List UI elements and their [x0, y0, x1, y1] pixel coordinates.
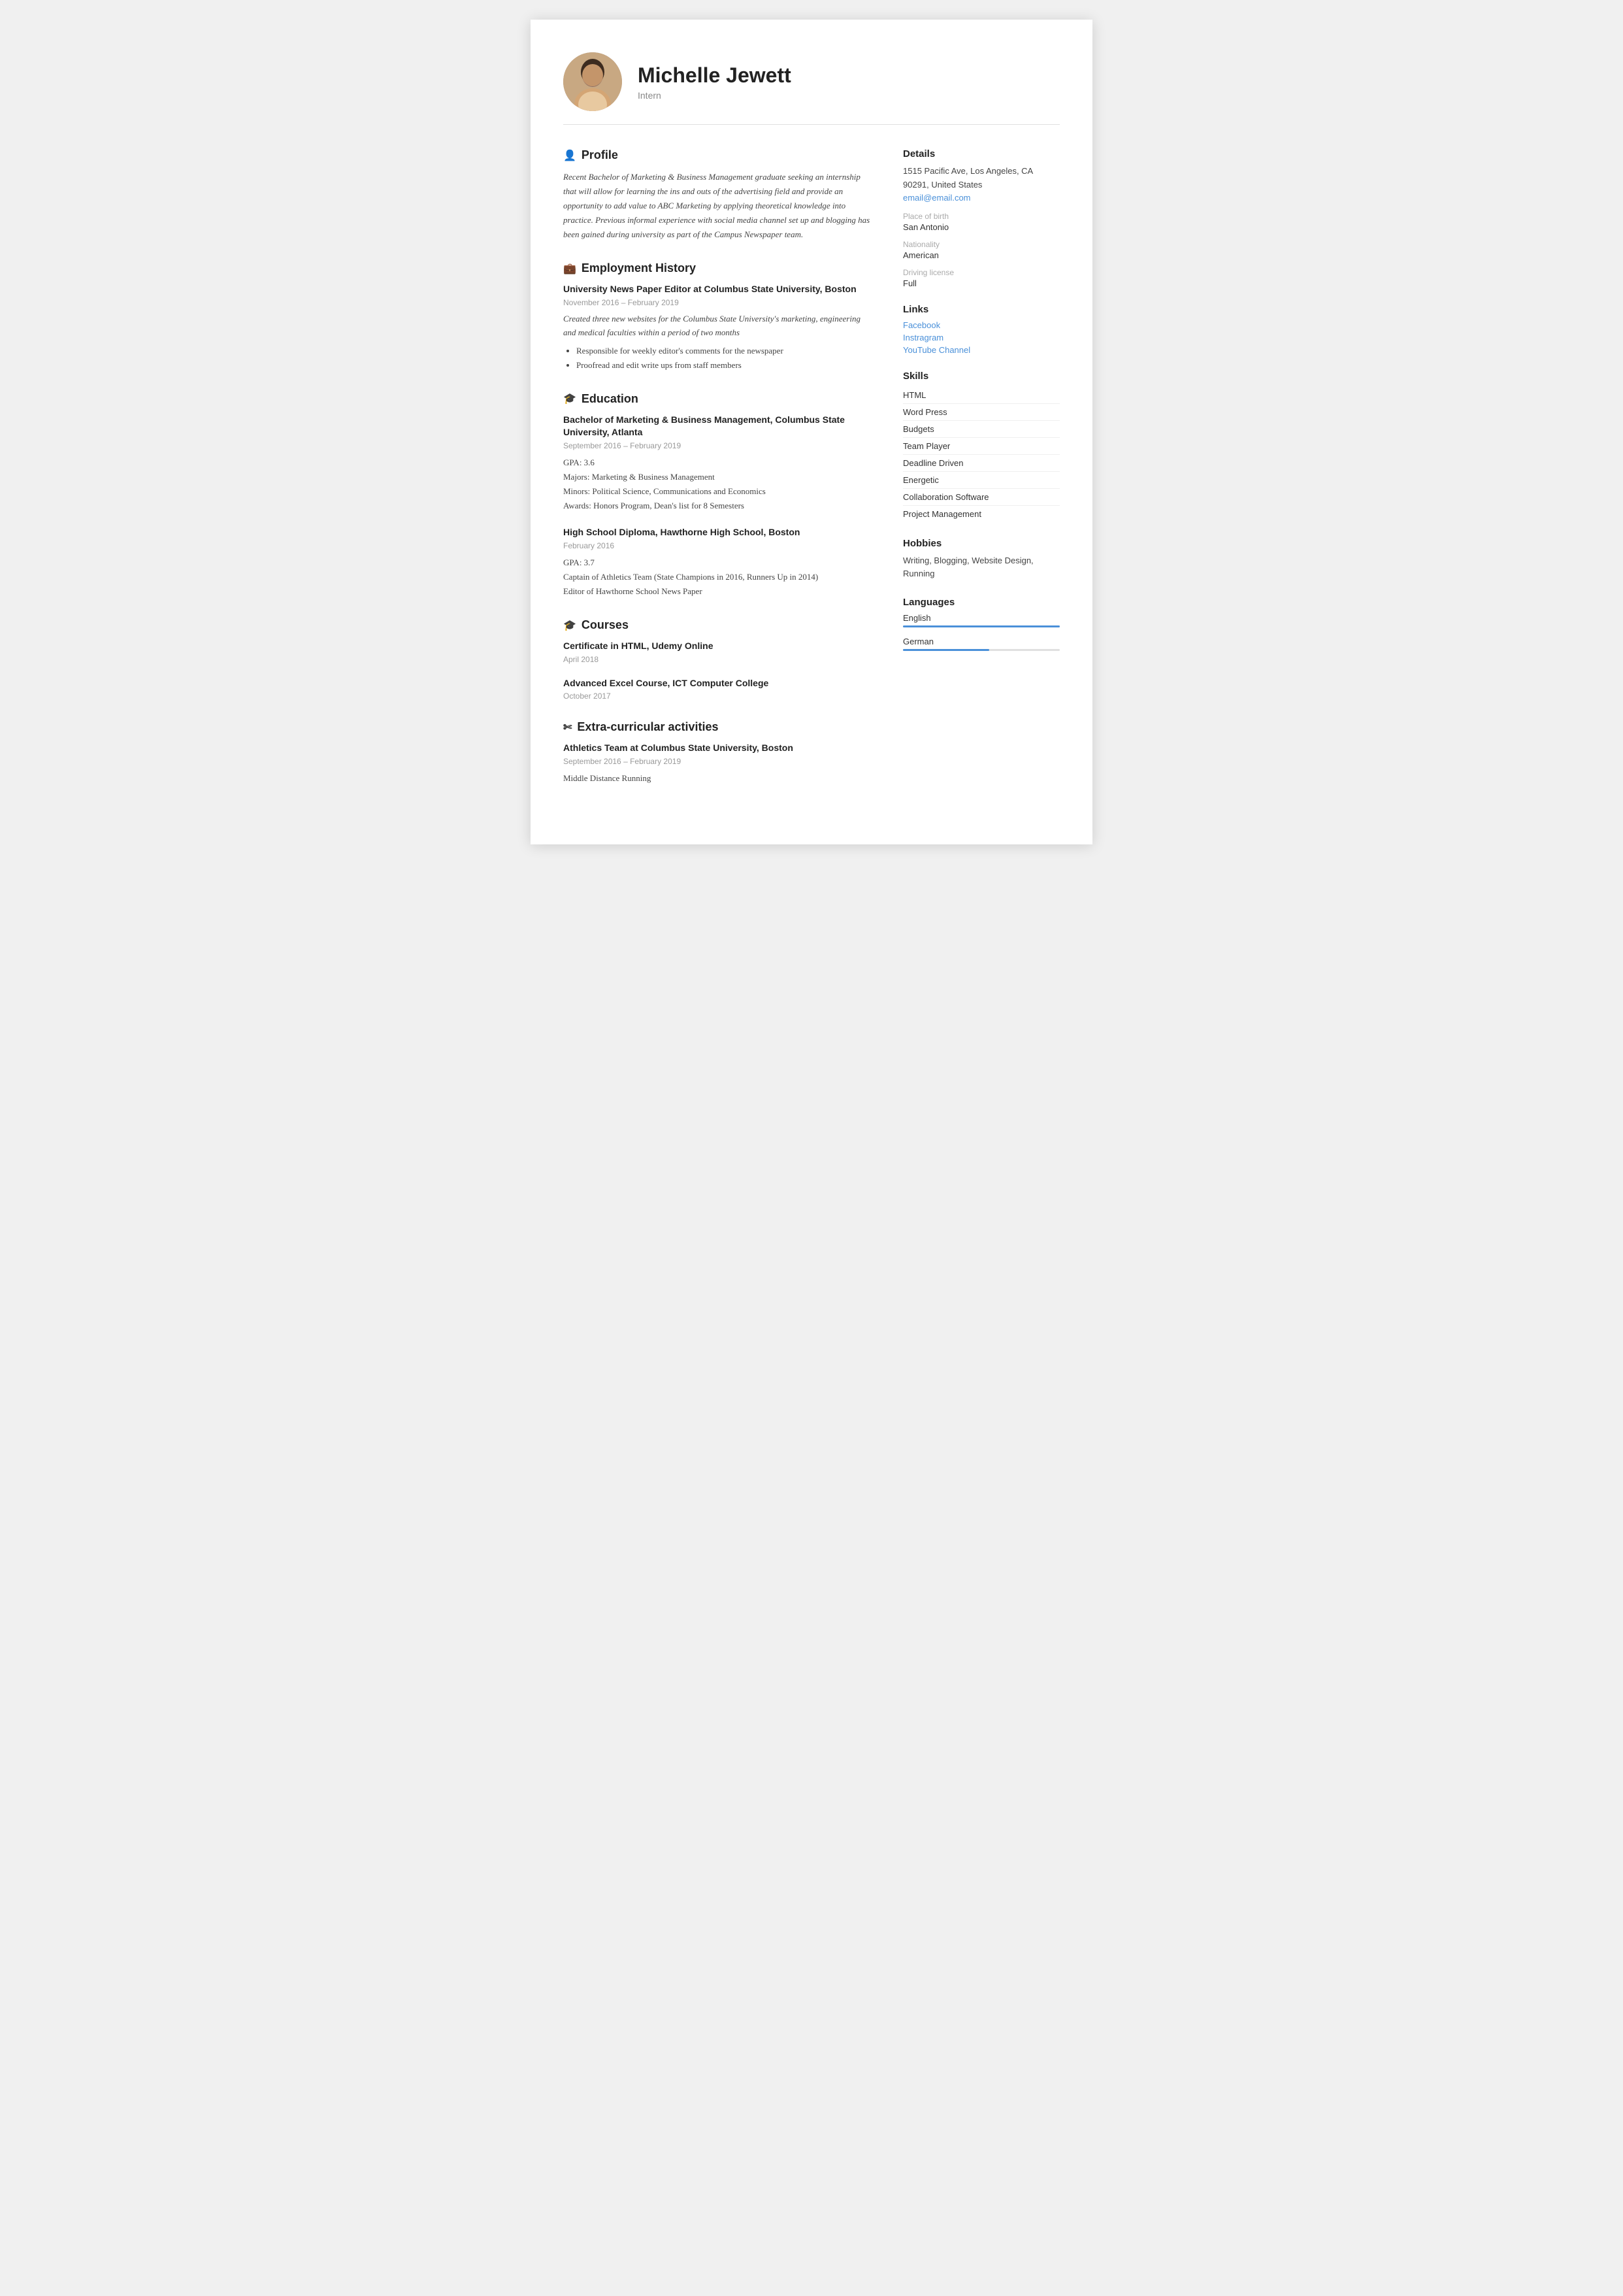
- extracurricular-entry-0-detail: Middle Distance Running: [563, 771, 870, 786]
- courses-icon: 🎓: [563, 619, 576, 632]
- skill-5: Energetic: [903, 472, 1060, 489]
- employment-icon: 💼: [563, 262, 576, 275]
- link-youtube[interactable]: YouTube Channel: [903, 345, 1060, 355]
- education-entry-1-dates: February 2016: [563, 541, 870, 550]
- extracurricular-entry-0-dates: September 2016 – February 2019: [563, 757, 870, 766]
- course-entry-1-dates: October 2017: [563, 691, 870, 701]
- skills-section: Skills HTML Word Press Budgets Team Play…: [903, 371, 1060, 522]
- resume-container: Michelle Jewett Intern 👤 Profile Recent …: [531, 20, 1092, 844]
- nationality-value: American: [903, 250, 1060, 260]
- link-instagram[interactable]: Instragram: [903, 333, 1060, 342]
- education-entry-0-title: Bachelor of Marketing & Business Managem…: [563, 414, 870, 439]
- links-section: Links Facebook Instragram YouTube Channe…: [903, 304, 1060, 355]
- employment-entry-0-desc: Created three new websites for the Colum…: [563, 312, 870, 340]
- language-0-bar-bg: [903, 625, 1060, 627]
- skill-0: HTML: [903, 387, 1060, 404]
- language-0: English: [903, 613, 1060, 627]
- details-section: Details 1515 Pacific Ave, Los Angeles, C…: [903, 148, 1060, 288]
- language-1-bar-fill: [903, 649, 989, 651]
- education-entry-1-title: High School Diploma, Hawthorne High Scho…: [563, 526, 870, 539]
- courses-title: 🎓 Courses: [563, 618, 870, 632]
- education-entry-0: Bachelor of Marketing & Business Managem…: [563, 414, 870, 514]
- course-entry-0-title: Certificate in HTML, Udemy Online: [563, 640, 870, 653]
- language-1-name: German: [903, 637, 1060, 646]
- employment-entry-0: University News Paper Editor at Columbus…: [563, 283, 870, 372]
- skill-2: Budgets: [903, 421, 1060, 438]
- profile-title: 👤 Profile: [563, 148, 870, 162]
- profile-icon: 👤: [563, 149, 576, 162]
- driving-license-label: Driving license: [903, 268, 1060, 277]
- education-entry-1-details: GPA: 3.7 Captain of Athletics Team (Stat…: [563, 556, 870, 599]
- skill-6: Collaboration Software: [903, 489, 1060, 506]
- employment-entry-0-dates: November 2016 – February 2019: [563, 298, 870, 307]
- place-of-birth-value: San Antonio: [903, 222, 1060, 232]
- education-entry-0-details: GPA: 3.6 Majors: Marketing & Business Ma…: [563, 456, 870, 513]
- links-title: Links: [903, 304, 1060, 315]
- course-entry-1-title: Advanced Excel Course, ICT Computer Coll…: [563, 677, 870, 690]
- education-icon: 🎓: [563, 392, 576, 405]
- education-entry-0-dates: September 2016 – February 2019: [563, 441, 870, 450]
- language-0-bar-fill: [903, 625, 1060, 627]
- extracurricular-entry-0: Athletics Team at Columbus State Univers…: [563, 742, 870, 786]
- bullet-1: Proofread and edit write ups from staff …: [576, 358, 870, 373]
- languages-title: Languages: [903, 597, 1060, 608]
- employment-section: 💼 Employment History University News Pap…: [563, 261, 870, 372]
- header-title: Intern: [638, 90, 791, 101]
- extracurricular-entry-0-title: Athletics Team at Columbus State Univers…: [563, 742, 870, 755]
- profile-text: Recent Bachelor of Marketing & Business …: [563, 170, 870, 242]
- language-1-bar-bg: [903, 649, 1060, 651]
- language-0-name: English: [903, 613, 1060, 623]
- link-facebook[interactable]: Facebook: [903, 320, 1060, 330]
- driving-license-value: Full: [903, 278, 1060, 288]
- skill-4: Deadline Driven: [903, 455, 1060, 472]
- details-address: 1515 Pacific Ave, Los Angeles, CA 90291,…: [903, 165, 1060, 192]
- language-1: German: [903, 637, 1060, 651]
- main-content: 👤 Profile Recent Bachelor of Marketing &…: [563, 148, 1060, 805]
- extracurricular-title: ✄ Extra-curricular activities: [563, 720, 870, 734]
- course-entry-0-dates: April 2018: [563, 655, 870, 664]
- skills-title: Skills: [903, 371, 1060, 382]
- employment-title: 💼 Employment History: [563, 261, 870, 275]
- header-name: Michelle Jewett: [638, 63, 791, 88]
- skill-3: Team Player: [903, 438, 1060, 455]
- details-title: Details: [903, 148, 1060, 159]
- extracurricular-icon: ✄: [563, 721, 572, 734]
- avatar: [563, 52, 622, 111]
- right-column: Details 1515 Pacific Ave, Los Angeles, C…: [903, 148, 1060, 805]
- skill-7: Project Management: [903, 506, 1060, 522]
- left-column: 👤 Profile Recent Bachelor of Marketing &…: [563, 148, 870, 805]
- languages-section: Languages English German: [903, 597, 1060, 651]
- hobbies-text: Writing, Blogging, Website Design, Runni…: [903, 554, 1060, 582]
- employment-entry-0-bullets: Responsible for weekly editor's comments…: [563, 344, 870, 373]
- hobbies-title: Hobbies: [903, 538, 1060, 549]
- profile-section: 👤 Profile Recent Bachelor of Marketing &…: [563, 148, 870, 242]
- header: Michelle Jewett Intern: [563, 52, 1060, 125]
- extracurricular-section: ✄ Extra-curricular activities Athletics …: [563, 720, 870, 786]
- details-email[interactable]: email@email.com: [903, 193, 971, 203]
- education-entry-1: High School Diploma, Hawthorne High Scho…: [563, 526, 870, 599]
- bullet-0: Responsible for weekly editor's comments…: [576, 344, 870, 358]
- place-of-birth-label: Place of birth: [903, 212, 1060, 221]
- skill-1: Word Press: [903, 404, 1060, 421]
- nationality-label: Nationality: [903, 240, 1060, 249]
- header-text: Michelle Jewett Intern: [638, 63, 791, 101]
- course-entry-0: Certificate in HTML, Udemy Online April …: [563, 640, 870, 664]
- education-title: 🎓 Education: [563, 392, 870, 406]
- course-entry-1: Advanced Excel Course, ICT Computer Coll…: [563, 677, 870, 701]
- hobbies-section: Hobbies Writing, Blogging, Website Desig…: [903, 538, 1060, 582]
- courses-section: 🎓 Courses Certificate in HTML, Udemy Onl…: [563, 618, 870, 701]
- employment-entry-0-title: University News Paper Editor at Columbus…: [563, 283, 870, 296]
- education-section: 🎓 Education Bachelor of Marketing & Busi…: [563, 392, 870, 599]
